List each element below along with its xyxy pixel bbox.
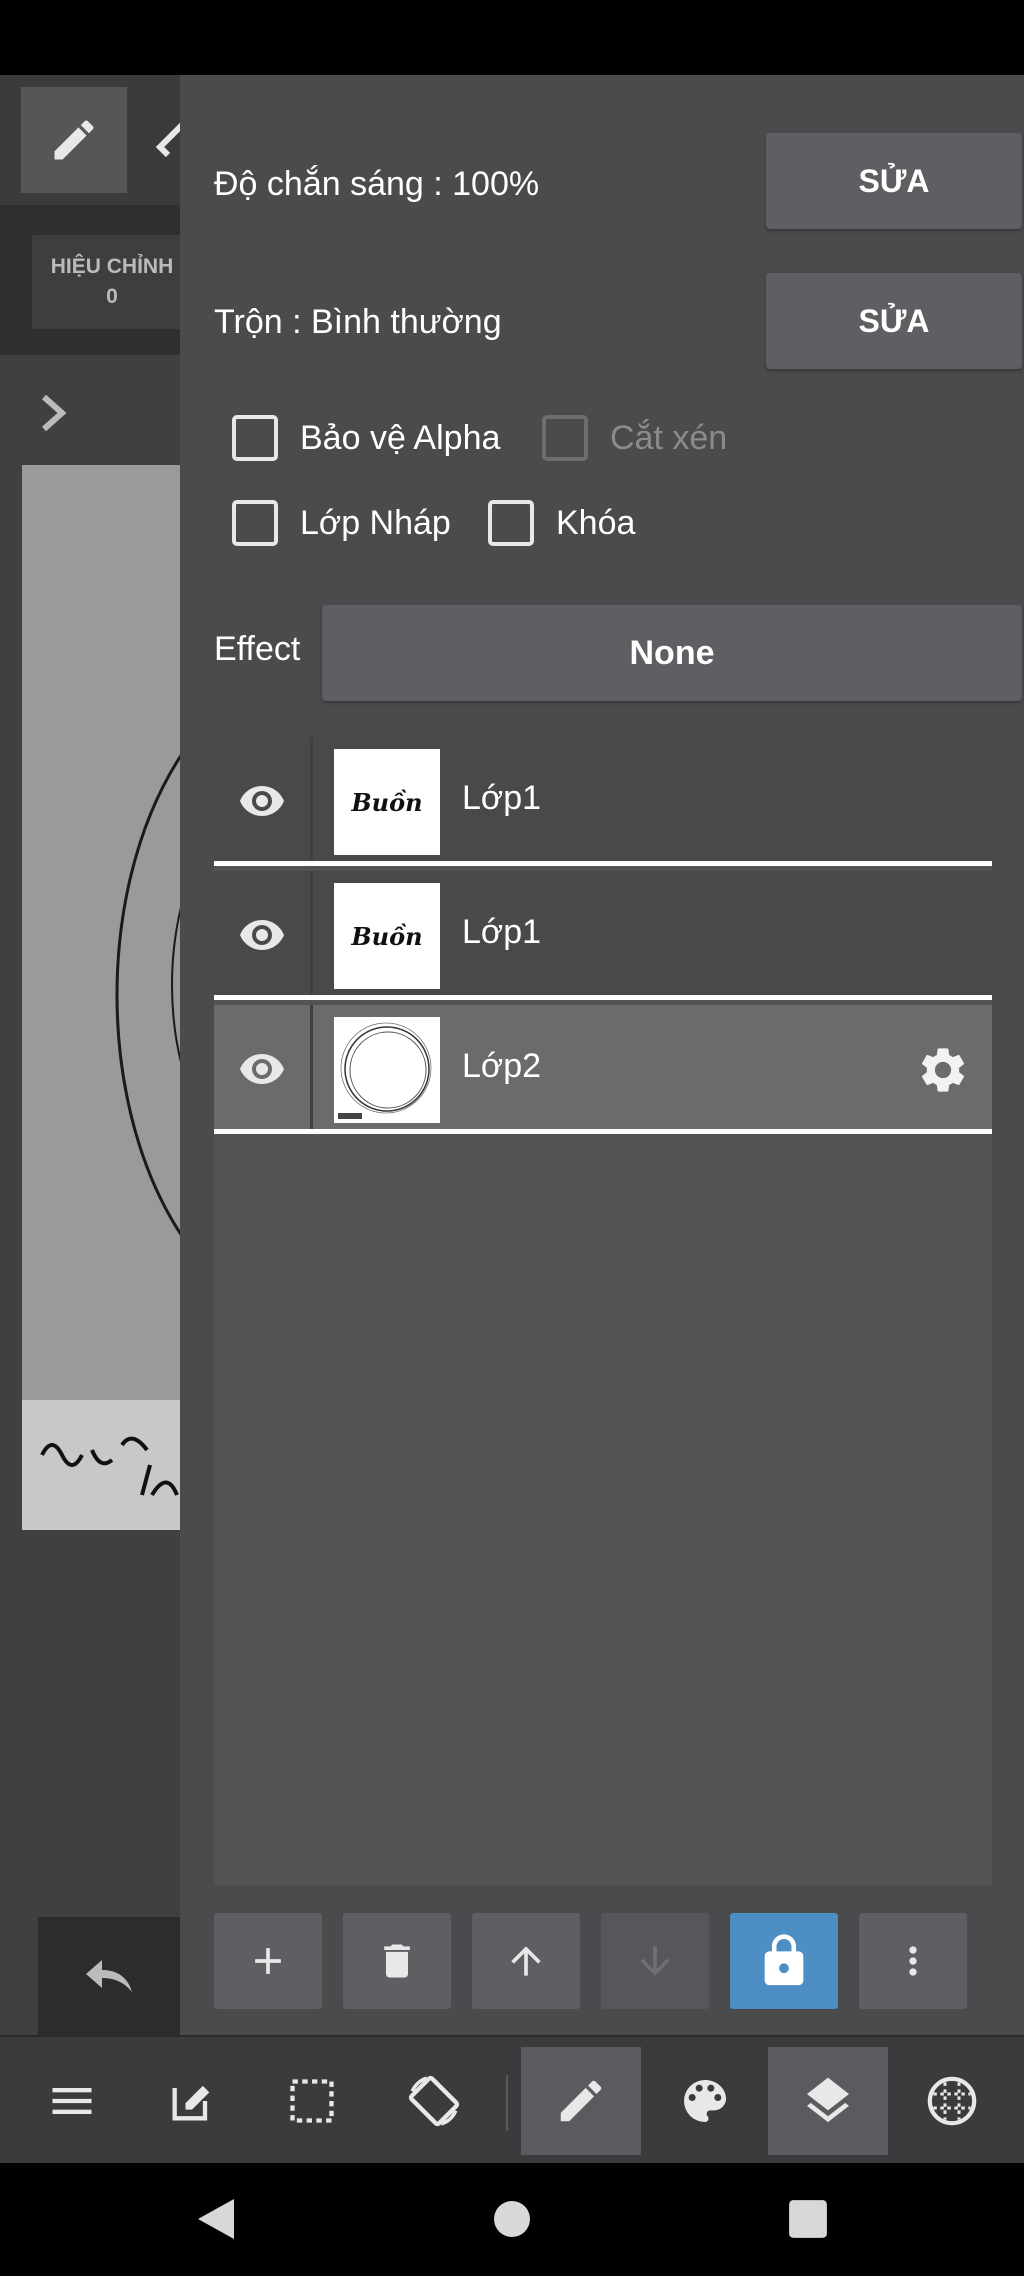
layer-thumbnail <box>334 1017 440 1123</box>
palette-icon <box>684 2080 726 2122</box>
checkbox-label: Cắt xén <box>610 418 728 457</box>
gear-icon[interactable] <box>916 1043 970 1097</box>
checkbox-box <box>542 415 588 461</box>
arrow-up-icon <box>511 1946 541 1976</box>
layer-list: Buồn Lớp1 Buồn Lớp1 Lớp2 <box>214 737 992 1885</box>
move-layer-up-button[interactable] <box>472 1913 580 2009</box>
rotate-icon <box>408 2075 460 2127</box>
checkbox-box <box>232 415 278 461</box>
home-button[interactable] <box>484 2191 540 2247</box>
grid-icon <box>927 2076 977 2126</box>
effect-label: Effect <box>214 630 301 668</box>
checkbox-label: Lớp Nháp <box>300 503 451 542</box>
draft-layer-checkbox[interactable]: Lớp Nháp <box>232 500 451 546</box>
toolbar-divider <box>506 2075 508 2131</box>
recents-icon <box>789 2200 827 2238</box>
undo-button[interactable] <box>38 1917 180 2035</box>
layers-icon <box>807 2077 849 2123</box>
lock-icon <box>764 1934 804 1986</box>
opacity-label: Độ chắn sáng : 100% <box>214 165 540 203</box>
more-vertical-icon <box>909 1946 917 1976</box>
move-layer-down-button[interactable] <box>601 1913 709 2009</box>
adjust-button[interactable]: HIỆU CHỈNH 0 <box>32 235 192 329</box>
checkbox-box <box>488 500 534 546</box>
pencil-icon <box>54 120 94 160</box>
layer-thumbnail: Buồn <box>334 749 440 855</box>
grid-settings-button[interactable] <box>892 2047 1012 2155</box>
pencil-tool-button[interactable] <box>21 87 127 193</box>
row-divider <box>310 737 313 861</box>
menu-icon <box>52 2088 92 2114</box>
layer-row[interactable]: Buồn Lớp1 <box>214 737 992 866</box>
checkbox-box <box>232 500 278 546</box>
row-divider <box>310 1005 313 1129</box>
edit-icon <box>172 2085 210 2121</box>
trash-icon <box>384 1944 410 1978</box>
blend-edit-button[interactable]: SỬA <box>766 273 1022 369</box>
status-bar <box>0 0 1024 75</box>
lock-layer-button[interactable] <box>730 1913 838 2009</box>
eye-icon[interactable] <box>238 777 286 825</box>
delete-layer-button[interactable] <box>343 1913 451 2009</box>
more-options-button[interactable] <box>859 1913 967 2009</box>
selection-button[interactable] <box>252 2047 372 2155</box>
bottom-toolbar <box>0 2035 1024 2163</box>
circle-sketch-thumbnail <box>338 1022 432 1119</box>
selection-icon <box>290 2079 334 2123</box>
alpha-protect-checkbox[interactable]: Bảo vệ Alpha <box>232 415 500 461</box>
canvas-artwork <box>22 465 182 1530</box>
drawing-canvas[interactable] <box>22 465 182 1530</box>
layer-actions <box>214 1913 1014 2009</box>
buon-script-thumbnail: Buồn <box>350 922 422 951</box>
layer-name: Lớp1 <box>462 779 542 817</box>
layers-tab[interactable] <box>768 2047 888 2155</box>
arrow-down-icon <box>640 1946 670 1976</box>
undo-icon <box>86 1960 132 1992</box>
system-nav-bar <box>0 2163 1024 2276</box>
eye-icon[interactable] <box>238 1045 286 1093</box>
expand-chevron-button[interactable] <box>38 393 70 438</box>
layer-name: Lớp2 <box>462 1047 542 1085</box>
chevron-right-icon <box>42 394 67 432</box>
effect-select-button[interactable]: None <box>322 605 1022 701</box>
add-layer-button[interactable] <box>214 1913 322 2009</box>
buon-script-thumbnail: Buồn <box>350 788 422 817</box>
blend-label: Trộn : Bình thường <box>214 303 502 341</box>
recents-button[interactable] <box>780 2191 836 2247</box>
checkbox-label: Bảo vệ Alpha <box>300 418 501 457</box>
pencil-tool-tab[interactable] <box>521 2047 641 2155</box>
layer-row[interactable]: Buồn Lớp1 <box>214 871 992 1000</box>
adjust-value: 0 <box>106 285 118 308</box>
palette-tab[interactable] <box>645 2047 765 2155</box>
rotate-canvas-button[interactable] <box>374 2047 494 2155</box>
clipping-checkbox: Cắt xén <box>542 415 727 461</box>
adjust-label: HIỆU CHỈNH <box>50 255 174 278</box>
layer-name: Lớp1 <box>462 913 542 951</box>
layer-panel: Độ chắn sáng : 100% SỬA Trộn : Bình thườ… <box>180 75 1024 2035</box>
layer-row-selected[interactable]: Lớp2 <box>214 1005 992 1134</box>
svg-text:Buồn: Buồn <box>350 788 422 817</box>
pencil-icon <box>560 2080 602 2122</box>
opacity-edit-button[interactable]: SỬA <box>766 133 1022 229</box>
back-button[interactable] <box>188 2191 244 2247</box>
menu-button[interactable] <box>12 2047 132 2155</box>
layer-thumbnail: Buồn <box>334 883 440 989</box>
eye-icon[interactable] <box>238 911 286 959</box>
edit-button[interactable] <box>132 2047 252 2155</box>
add-icon <box>255 1948 281 1974</box>
back-icon <box>198 2199 234 2239</box>
row-divider <box>310 871 313 995</box>
checkbox-label: Khóa <box>556 503 636 542</box>
home-icon <box>494 2201 530 2237</box>
svg-text:Buồn: Buồn <box>350 922 422 951</box>
lock-checkbox[interactable]: Khóa <box>488 500 635 546</box>
